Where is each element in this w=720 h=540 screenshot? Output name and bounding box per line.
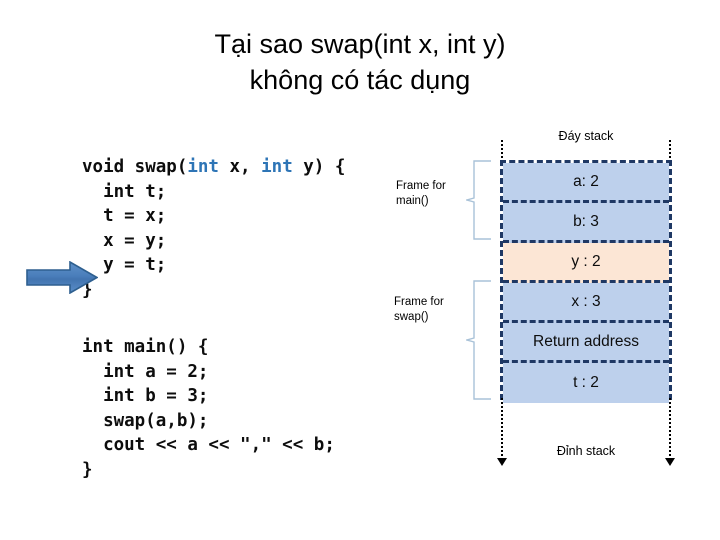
- stack-diagram: Đáy stack a: 2 b: 3 y : 2 x : 3 Return addre…: [497, 128, 675, 473]
- code-line: }: [82, 278, 345, 303]
- page-title: Tại sao swap(int x, int y) không có tác …: [214, 29, 506, 95]
- right-arrow-icon: [26, 260, 99, 295]
- stack-cell: a: 2: [503, 163, 669, 203]
- code-text: swap(a,b);: [82, 410, 209, 431]
- stack-bottom-caption: Đáy stack: [558, 129, 614, 143]
- code-line: int a = 2;: [82, 360, 335, 385]
- code-text: void swap(: [82, 157, 188, 177]
- code-line: y = t;: [82, 253, 345, 278]
- code-line: int main() {: [82, 335, 335, 360]
- code-line: x = y;: [82, 229, 345, 254]
- code-line: void swap(int x, int y) {: [82, 155, 345, 180]
- code-text: y) {: [292, 157, 346, 177]
- code-line: t = x;: [82, 204, 345, 229]
- code-text: cout << a << "," << b;: [82, 435, 335, 455]
- code-text: x = y;: [82, 230, 167, 251]
- stack-cell: b: 3: [503, 203, 669, 243]
- stack-cell-label: x : 3: [571, 292, 601, 310]
- stack-arrow-right-icon: [665, 458, 675, 466]
- frame-for-main-label: Frame for main(): [396, 180, 446, 207]
- code-line: int t;: [82, 180, 345, 205]
- code-text: }: [82, 459, 93, 480]
- swap-function-code: void swap(int x, int y) { int t; t = x; …: [82, 155, 345, 302]
- stack-cell-label: Return address: [533, 332, 639, 350]
- brace-main-icon: [464, 160, 492, 240]
- stack-cell-label: b: 3: [573, 212, 599, 230]
- stack-rail-top-left: [501, 140, 503, 162]
- stack-cell-label: a: 2: [573, 172, 599, 190]
- code-text: int main() {: [82, 337, 209, 357]
- code-text: x,: [218, 157, 262, 177]
- brace-swap-icon: [464, 280, 492, 400]
- stack-top-caption: Đỉnh stack: [556, 444, 616, 458]
- code-line: }: [82, 458, 335, 483]
- code-line: int b = 3;: [82, 384, 335, 409]
- stack-arrow-left-icon: [497, 458, 507, 466]
- code-line: swap(a,b);: [82, 409, 335, 434]
- code-text: int a = 2;: [82, 361, 209, 382]
- stack-rail-top-right: [669, 140, 671, 162]
- stack-cell-list: a: 2 b: 3 y : 2 x : 3 Return address t : 2: [500, 160, 672, 403]
- stack-cell-label: t : 2: [573, 374, 599, 391]
- code-line: cout << a << "," << b;: [82, 433, 335, 458]
- code-text: int b = 3;: [82, 386, 209, 406]
- stack-cell: x : 3: [503, 283, 669, 323]
- code-text: t = x;: [82, 206, 167, 226]
- frame-for-swap-label: Frame for swap(): [394, 296, 444, 323]
- stack-cell: y : 2: [503, 243, 669, 283]
- code-text: int t;: [82, 181, 167, 202]
- code-keyword: int: [261, 157, 293, 177]
- main-function-code: int main() { int a = 2; int b = 3; swap(…: [82, 335, 335, 482]
- stack-cell: Return address: [503, 323, 669, 363]
- stack-cell-label: y : 2: [571, 252, 601, 270]
- stack-cell: t : 2: [503, 363, 669, 403]
- code-keyword: int: [187, 157, 219, 177]
